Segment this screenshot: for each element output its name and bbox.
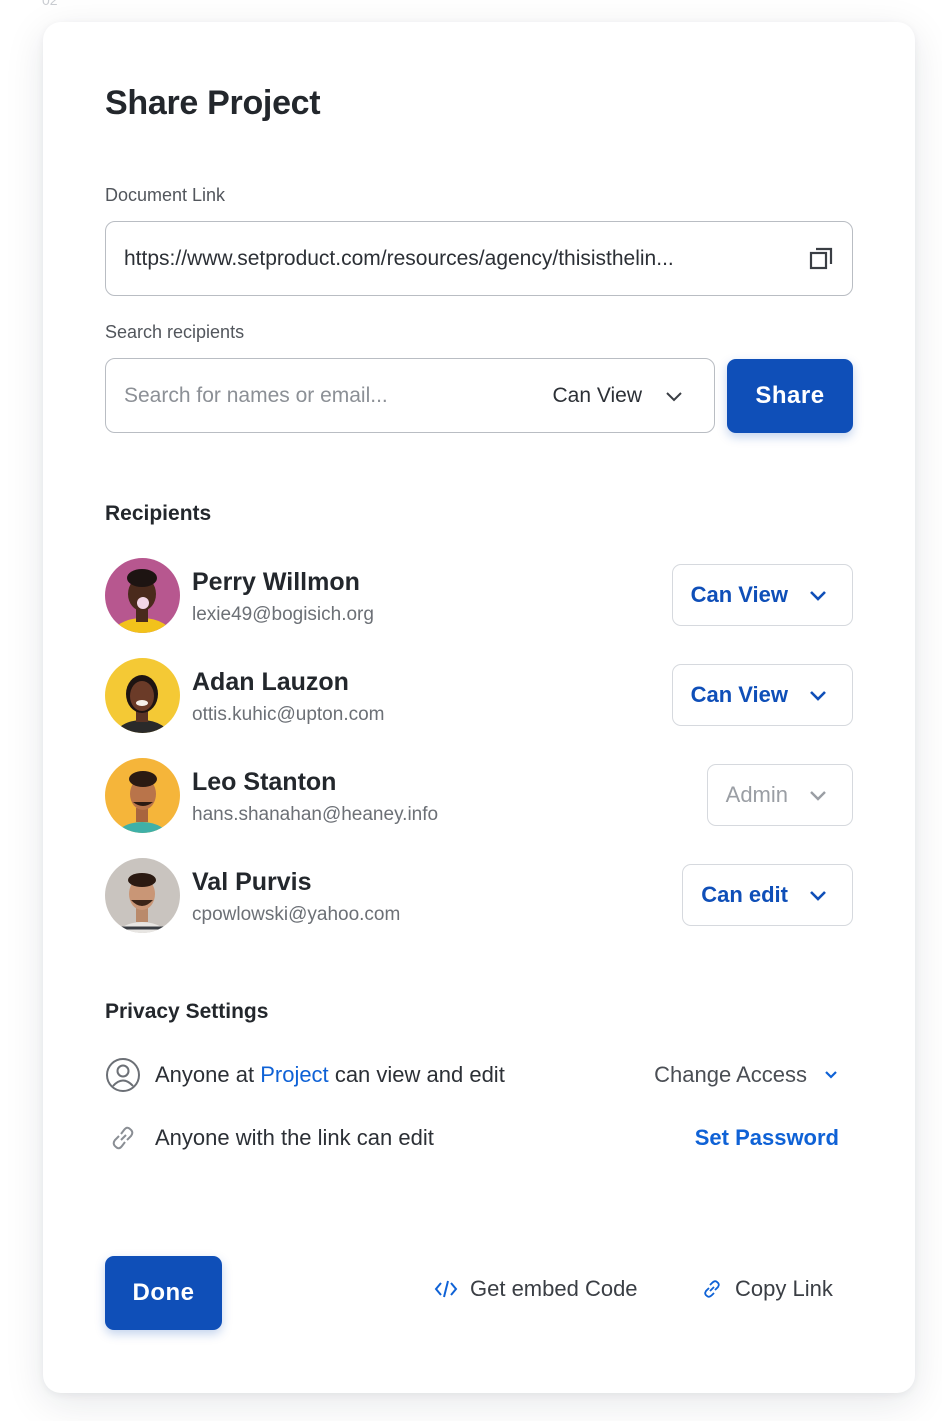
done-button[interactable]: Done (105, 1256, 222, 1330)
recipient-email: cpowlowski@yahoo.com (192, 904, 401, 925)
share-project-modal: Share Project Document Link https://www.… (43, 22, 915, 1393)
role-select-value: Admin (725, 782, 788, 807)
search-recipients-label: Search recipients (105, 322, 245, 342)
privacy-access-row: Anyone at Project can view and edit Chan… (105, 1057, 839, 1093)
code-icon (434, 1280, 458, 1298)
change-access-label: Change Access (654, 1062, 807, 1087)
search-input[interactable] (124, 383, 553, 408)
privacy-settings-title: Privacy Settings (105, 1000, 269, 1023)
recipients-title: Recipients (105, 502, 212, 525)
role-select-value: Can View (690, 582, 788, 607)
access-suffix: can view and edit (334, 1062, 505, 1087)
recipient-email: hans.shanahan@heaney.info (192, 804, 439, 825)
recipient-name: Val Purvis (192, 868, 312, 896)
recipient-row: Adan Lauzon ottis.kuhic@upton.com Can Vi… (105, 658, 853, 734)
role-select[interactable]: Can View (671, 564, 853, 626)
change-access-dropdown[interactable]: Change Access (654, 1062, 839, 1088)
link-icon (704, 1280, 720, 1298)
access-project-link[interactable]: Project (260, 1062, 328, 1087)
recipient-row: Leo Stanton hans.shanahan@heaney.info Ad… (105, 758, 853, 834)
avatar (105, 558, 180, 633)
recipient-email: ottis.kuhic@upton.com (192, 704, 385, 725)
recipient-name: Adan Lauzon (192, 668, 349, 696)
access-prefix: Anyone at (155, 1062, 255, 1087)
avatar (105, 658, 180, 733)
recipient-row: Val Purvis cpowlowski@yahoo.com Can edit (105, 858, 853, 934)
privacy-access-text: Anyone at Project can view and edit (155, 1062, 654, 1088)
avatar (105, 858, 180, 933)
chevron-down-icon (810, 891, 826, 901)
share-button[interactable]: Share (727, 359, 853, 433)
user-circle-icon (105, 1057, 141, 1093)
permission-select-value: Can View (552, 383, 643, 407)
document-link-label: Document Link (105, 185, 226, 205)
recipient-name: Perry Willmon (192, 568, 360, 596)
get-embed-code-label: Get embed Code (470, 1276, 638, 1301)
document-link-field[interactable]: https://www.setproduct.com/resources/age… (105, 221, 853, 296)
set-password-link[interactable]: Set Password (695, 1125, 839, 1151)
page-marker: 02 (42, 0, 58, 8)
role-select[interactable]: Admin (706, 764, 853, 826)
recipient-row: Perry Willmon lexie49@bogisich.org Can V… (105, 558, 853, 634)
search-recipients-box: Can View (105, 358, 715, 433)
role-select-value: Can edit (701, 882, 788, 907)
role-select[interactable]: Can View (671, 664, 853, 726)
avatar (105, 758, 180, 833)
chevron-down-icon (810, 591, 826, 601)
chevron-down-icon (810, 791, 826, 801)
role-select[interactable]: Can edit (682, 864, 853, 926)
modal-title: Share Project (105, 84, 321, 122)
chevron-down-icon (666, 391, 682, 401)
chevron-down-icon (810, 691, 826, 701)
get-embed-code-button[interactable]: Get embed Code (434, 1276, 638, 1302)
privacy-link-row: Anyone with the link can edit Set Passwo… (105, 1120, 839, 1156)
recipient-name: Leo Stanton (192, 768, 337, 796)
chevron-down-icon (825, 1071, 837, 1079)
privacy-link-text: Anyone with the link can edit (155, 1125, 434, 1150)
recipient-email: lexie49@bogisich.org (192, 604, 374, 625)
document-link-value: https://www.setproduct.com/resources/age… (124, 246, 674, 270)
link-icon (105, 1120, 141, 1156)
copy-icon[interactable] (808, 246, 834, 272)
role-select-value: Can View (690, 682, 788, 707)
permission-select[interactable]: Can View (553, 384, 685, 408)
copy-link-button[interactable]: Copy Link (701, 1276, 833, 1302)
copy-link-label: Copy Link (735, 1276, 833, 1301)
